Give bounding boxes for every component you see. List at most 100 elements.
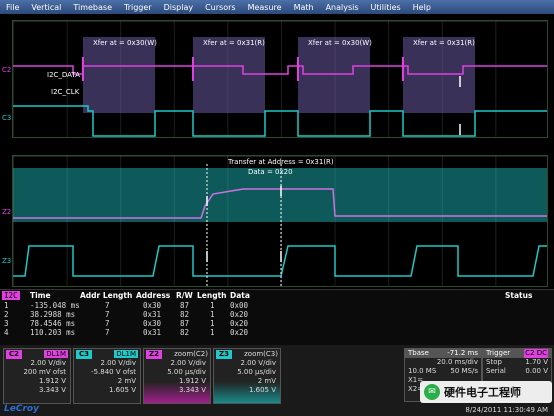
timebase-rate: 50 MS/s [450, 367, 478, 375]
annotation-xfer-1: Xfer at = 0x30(W) [93, 39, 157, 47]
row-time: -135.048 ms [30, 301, 80, 310]
row-address: 0x31 [143, 328, 162, 337]
menu-analysis[interactable]: Analysis [320, 3, 365, 12]
trigger-label: Trigger [486, 349, 511, 357]
status-panel: C2 DL1M 2.00 V/div 200 mV ofst 1.912 V 3.… [0, 345, 554, 416]
channel-marker-c2: C2 [2, 66, 12, 74]
card-badge: zoom(C3) [244, 350, 278, 358]
card-vdiv: 2.00 V/div [30, 359, 67, 367]
row-addr-length: 7 [105, 328, 110, 337]
menu-display[interactable]: Display [158, 3, 200, 12]
col-status: Status [505, 291, 533, 300]
menu-measure[interactable]: Measure [242, 3, 288, 12]
card-tdiv: 5.00 µs/div [167, 368, 206, 376]
timebase-samples: 10.0 MS [408, 367, 437, 375]
table-row[interactable]: 4 110.203 ms 7 0x31 82 1 0x20 [0, 328, 554, 337]
row-length: 1 [210, 301, 215, 310]
waveform-display[interactable]: Xfer at = 0x30(W) Xfer at = 0x31(R) Xfer… [0, 14, 554, 289]
row-index: 1 [4, 301, 9, 310]
timebase-tdiv: 20.0 ms/div [436, 358, 478, 366]
col-length: Length [197, 291, 227, 300]
menu-trigger[interactable]: Trigger [118, 3, 158, 12]
row-index: 4 [4, 328, 9, 337]
menu-file[interactable]: File [0, 3, 25, 12]
decode-table[interactable]: I2C Time Addr Length Address R/W Length … [0, 289, 554, 346]
channel-card-c3[interactable]: C3 DL1M 2.00 V/div -5.840 V ofst 2 mV 1.6… [73, 348, 141, 404]
row-time: 78.4546 ms [30, 319, 76, 328]
decode-tag: I2C [2, 291, 20, 300]
row-data: 0x20 [230, 310, 249, 319]
row-time: 110.203 ms [30, 328, 76, 337]
card-tag: C2 [6, 349, 23, 359]
card-cursor-2: 1.605 V [248, 386, 276, 394]
row-addr-length: 7 [105, 319, 110, 328]
menu-vertical[interactable]: Vertical [25, 3, 67, 12]
row-addr-length: 7 [105, 301, 110, 310]
brand-logo: LeCroy [4, 404, 39, 414]
col-time: Time [30, 291, 51, 300]
table-row[interactable]: 3 78.4546 ms 7 0x30 87 1 0x20 [0, 319, 554, 328]
menu-help[interactable]: Help [407, 3, 437, 12]
menu-utilities[interactable]: Utilities [365, 3, 407, 12]
zoom-annotation: Transfer at Address = 0x31(R) [228, 158, 334, 166]
table-row[interactable]: 1 -135.048 ms 7 0x30 87 1 0x00 [0, 301, 554, 310]
annotation-xfer-4: Xfer at = 0x31(R) [413, 39, 475, 47]
channel-card-c2[interactable]: C2 DL1M 2.00 V/div 200 mV ofst 1.912 V 3.… [3, 348, 71, 404]
upper-grid: Xfer at = 0x30(W) Xfer at = 0x31(R) Xfer… [12, 20, 548, 138]
channel-marker-z2: Z2 [2, 208, 12, 216]
trigger-value: 0.00 V [525, 367, 548, 375]
table-header-row: I2C Time Addr Length Address R/W Length … [0, 291, 554, 300]
row-data: 0x20 [230, 319, 249, 328]
row-address: 0x31 [143, 310, 162, 319]
table-row[interactable]: 2 38.2988 ms 7 0x31 82 1 0x20 [0, 310, 554, 319]
col-address: Address [136, 291, 171, 300]
row-index: 2 [4, 310, 9, 319]
card-vdiv: 2.00 V/div [170, 359, 207, 367]
timestamp: 8/24/2011 11:30:49 AM [465, 406, 548, 414]
menu-cursors[interactable]: Cursors [199, 3, 241, 12]
row-rw: 82 [180, 310, 190, 319]
menu-math[interactable]: Math [288, 3, 320, 12]
row-length: 1 [210, 310, 215, 319]
trace-label-clk: I2C_CLK [51, 88, 80, 96]
channel-marker-z3: Z3 [2, 257, 12, 265]
annotation-xfer-3: Xfer at = 0x30(W) [308, 39, 372, 47]
timebase-delay: -71.2 ms [447, 349, 478, 357]
trigger-type: Serial [486, 367, 506, 375]
watermark: ✉ 硬件电子工程师 [420, 381, 552, 403]
card-cursor-2: 3.343 V [38, 386, 66, 394]
card-offset: 200 mV ofst [23, 368, 66, 376]
row-addr-length: 7 [105, 310, 110, 319]
card-badge: DL1M [114, 350, 138, 358]
annotation-xfer-2: Xfer at = 0x31(R) [203, 39, 265, 47]
card-cursor-1: 1.912 V [38, 377, 66, 385]
card-vdiv: 2.00 V/div [100, 359, 137, 367]
lower-grid: Transfer at Address = 0x31(R) Data = 0x2… [12, 155, 548, 287]
row-address: 0x30 [143, 319, 162, 328]
row-data: 0x20 [230, 328, 249, 337]
menu-timebase[interactable]: Timebase [67, 3, 118, 12]
trace-label-data: I2C_DATA [47, 71, 80, 79]
trigger-mode: Stop [486, 358, 502, 366]
card-badge: DL1M [44, 350, 68, 358]
row-rw: 87 [180, 301, 190, 310]
zoom-card-z3[interactable]: Z3 zoom(C3) 2.00 V/div 5.00 µs/div 2 mV 1… [213, 348, 281, 404]
col-rw: R/W [176, 291, 193, 300]
watermark-text: 硬件电子工程师 [444, 386, 521, 399]
card-tag: Z3 [216, 349, 232, 359]
card-badge: zoom(C2) [174, 350, 208, 358]
card-cursor-1: 2 mV [117, 377, 136, 385]
zoom-data-annotation: Data = 0x20 [248, 168, 293, 176]
card-cursor-2: 3.343 V [178, 386, 206, 394]
wechat-icon: ✉ [424, 384, 440, 400]
card-vdiv: 2.00 V/div [240, 359, 277, 367]
row-index: 3 [4, 319, 9, 328]
zoom-card-z2[interactable]: Z2 zoom(C2) 2.00 V/div 5.00 µs/div 1.912 … [143, 348, 211, 404]
card-cursor-1: 1.912 V [178, 377, 206, 385]
card-tag: C3 [76, 349, 93, 359]
card-tdiv: 5.00 µs/div [237, 368, 276, 376]
row-rw: 87 [180, 319, 190, 328]
row-length: 1 [210, 319, 215, 328]
row-data: 0x00 [230, 301, 249, 310]
card-offset: -5.840 V ofst [91, 368, 136, 376]
